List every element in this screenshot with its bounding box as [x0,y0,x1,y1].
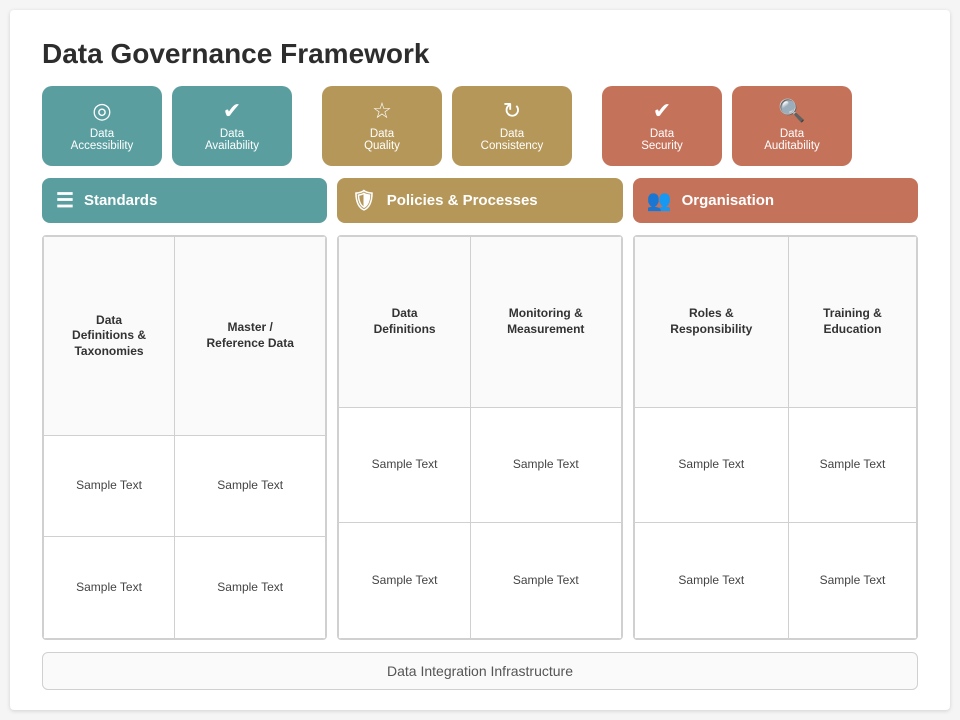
org-header-1: Roles &Responsibility [634,237,788,408]
org-row1-col2: Sample Text [788,407,916,523]
auditability-icon: 🔍 [778,100,805,122]
policies-row2-col1: Sample Text [339,523,471,639]
categories-row: ☰ Standards 🛡 Policies & Processes 👥 Org… [42,178,918,223]
org-header-2: Training &Education [788,237,916,408]
slide: Data Governance Framework ◎ DataAccessib… [10,10,950,710]
category-standards: ☰ Standards [42,178,327,223]
icon-data-auditability: 🔍 DataAuditability [732,86,852,166]
standards-row2-col1: Sample Text [44,537,175,639]
security-icon: ✔ [653,100,671,122]
category-organisation: 👥 Organisation [633,178,918,223]
organisation-icon: 👥 [647,188,672,213]
availability-icon: ✔ [223,100,241,122]
organisation-table: Roles &Responsibility Training &Educatio… [634,236,917,639]
consistency-icon: ↻ [503,100,521,122]
grid-policies: DataDefinitions Monitoring &Measurement … [337,235,622,640]
icon-data-security: ✔ DataSecurity [602,86,722,166]
policies-row2-col2: Sample Text [470,523,621,639]
icon-data-quality: ☆ DataQuality [322,86,442,166]
policies-header-1: DataDefinitions [339,237,471,408]
page-title: Data Governance Framework [42,38,918,70]
policies-row1-col2: Sample Text [470,407,621,523]
category-policies: 🛡 Policies & Processes [337,178,622,223]
policies-icon: 🛡 [351,188,376,213]
org-row2-col2: Sample Text [788,523,916,639]
org-row2-col1: Sample Text [634,523,788,639]
standards-header-1: DataDefinitions &Taxonomies [44,237,175,436]
icon-data-accessibility: ◎ DataAccessibility [42,86,162,166]
accessibility-icon: ◎ [92,100,111,122]
standards-row1-col1: Sample Text [44,435,175,537]
policies-row1-col1: Sample Text [339,407,471,523]
grids-row: DataDefinitions &Taxonomies Master /Refe… [42,235,918,640]
standards-icon: ☰ [56,188,74,213]
policies-table: DataDefinitions Monitoring &Measurement … [338,236,621,639]
icons-row: ◎ DataAccessibility ✔ DataAvailability ☆… [42,86,918,166]
grid-organisation: Roles &Responsibility Training &Educatio… [633,235,918,640]
quality-icon: ☆ [372,100,392,122]
bottom-banner: Data Integration Infrastructure [42,652,918,690]
icon-data-availability: ✔ DataAvailability [172,86,292,166]
org-row1-col1: Sample Text [634,407,788,523]
policies-header-2: Monitoring &Measurement [470,237,621,408]
standards-row1-col2: Sample Text [175,435,326,537]
grid-standards: DataDefinitions &Taxonomies Master /Refe… [42,235,327,640]
standards-header-2: Master /Reference Data [175,237,326,436]
standards-table: DataDefinitions &Taxonomies Master /Refe… [43,236,326,639]
standards-row2-col2: Sample Text [175,537,326,639]
icon-data-consistency: ↻ DataConsistency [452,86,572,166]
